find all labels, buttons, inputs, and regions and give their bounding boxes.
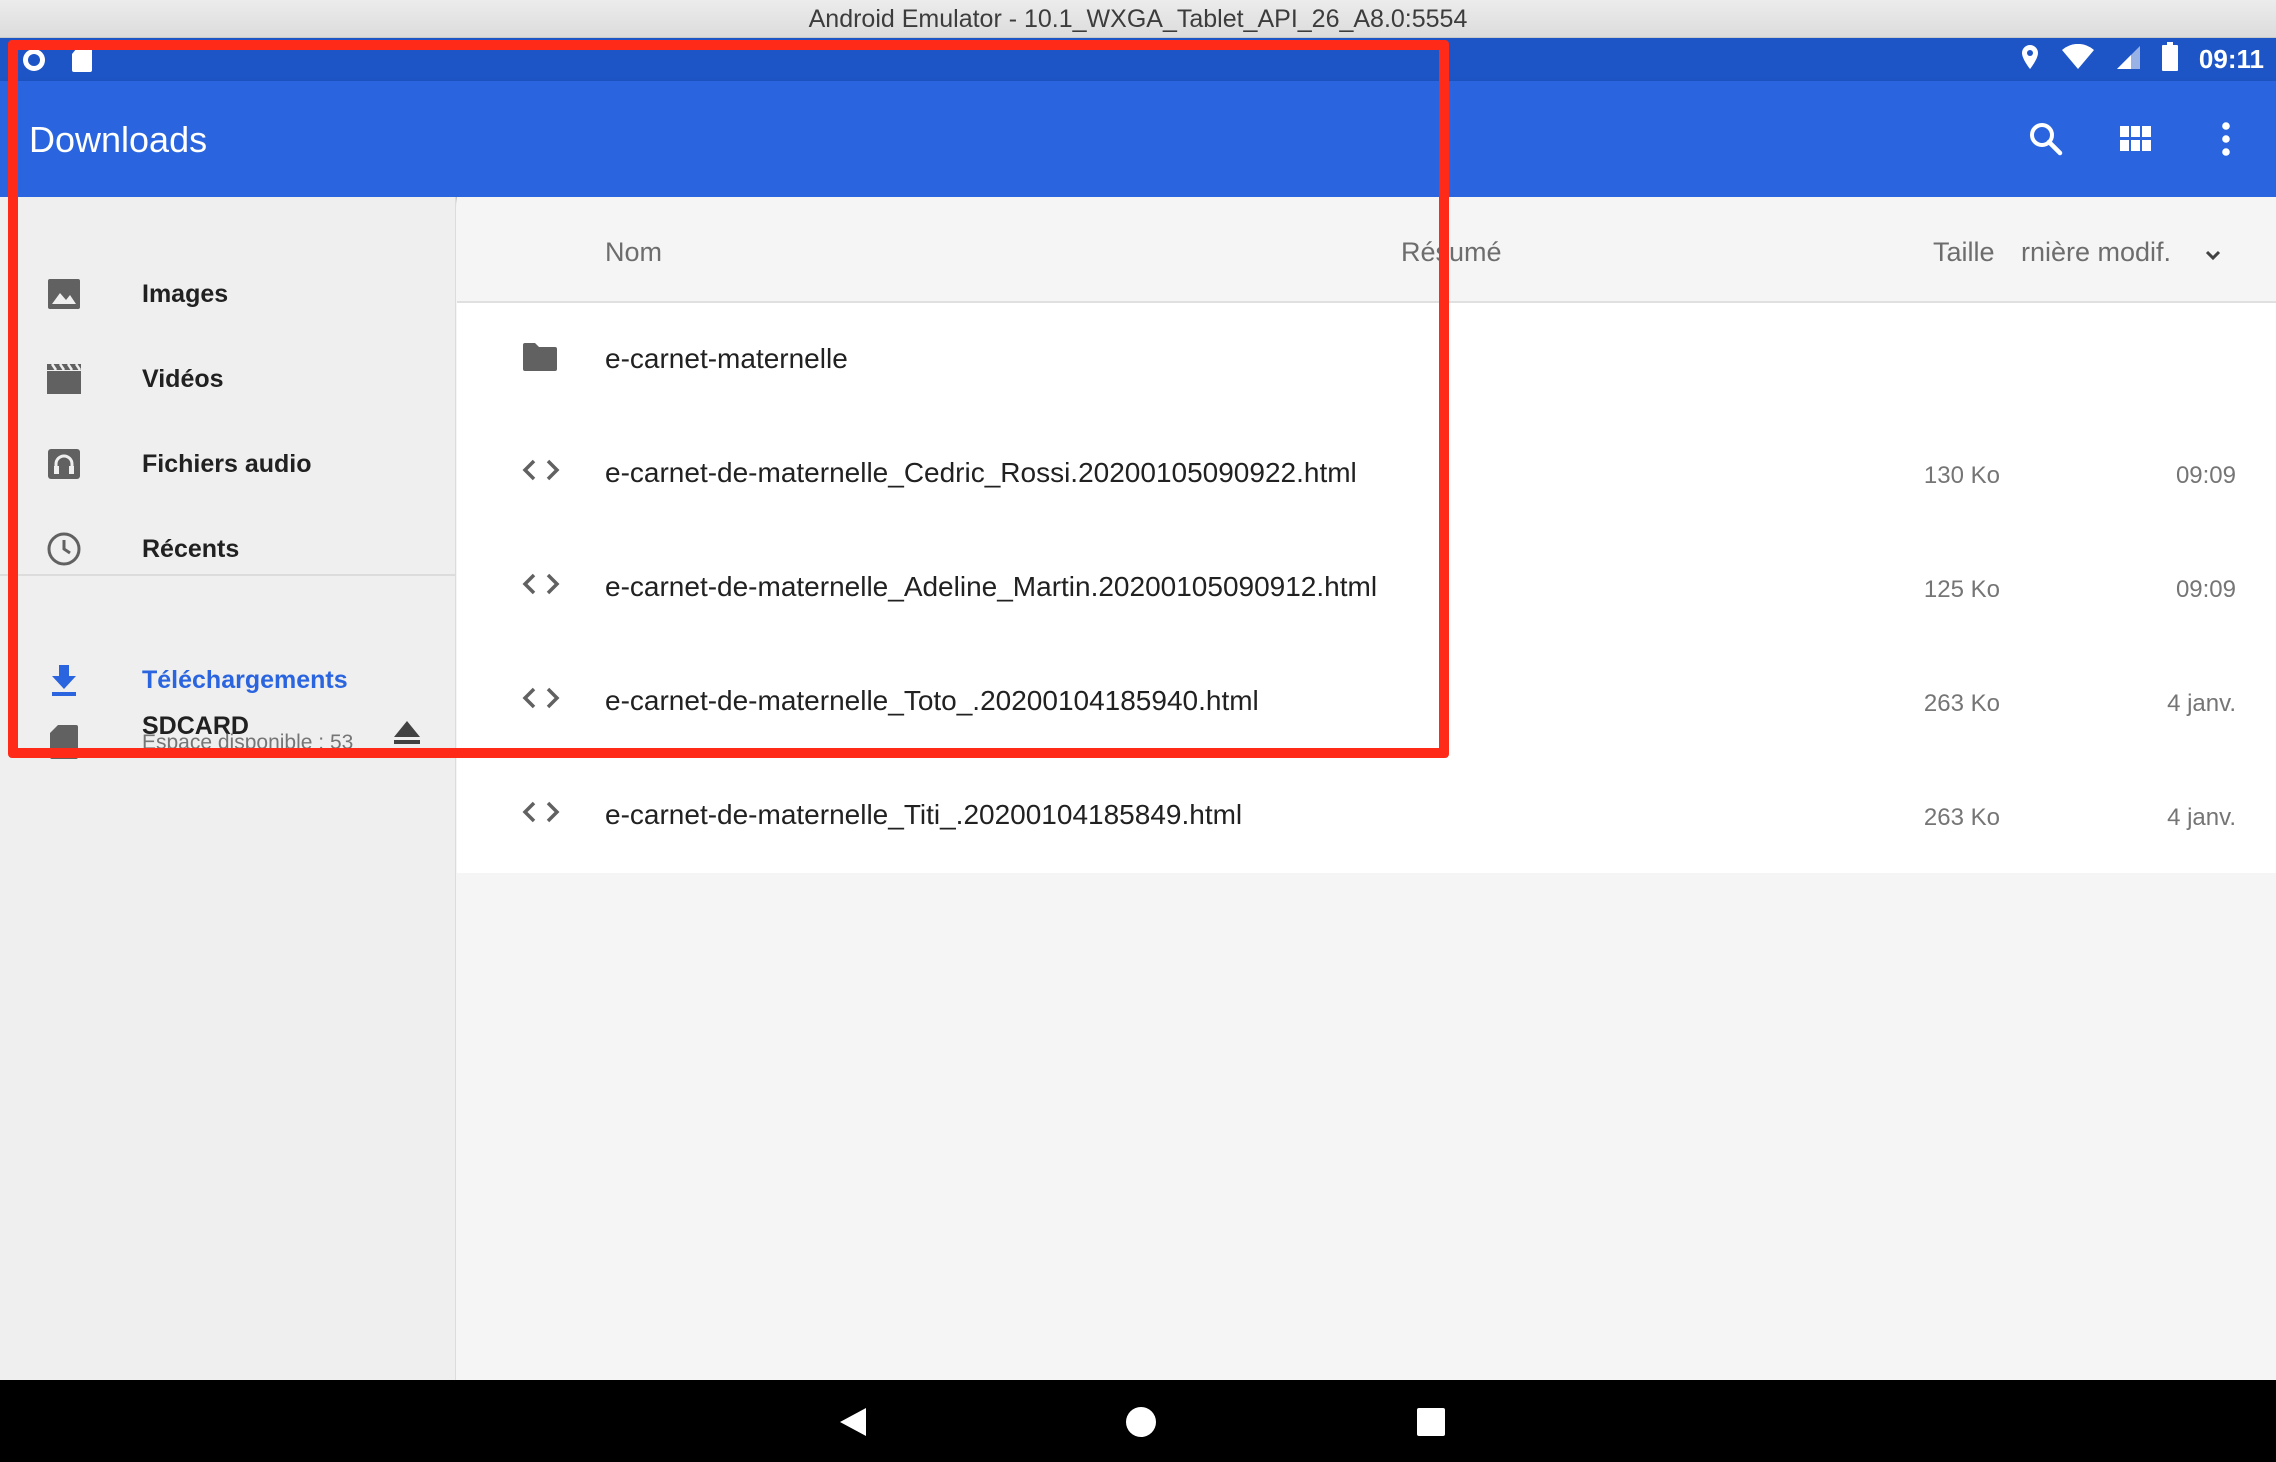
file-date: 09:09	[2175, 576, 2236, 603]
file-date: 4 janv.	[2167, 804, 2236, 831]
list-item[interactable]: e-carnet-de-maternelle_Adeline_Martin.20…	[457, 531, 2276, 645]
battery-icon	[2161, 42, 2179, 77]
sidebar-item-downloads[interactable]: Téléchargements	[0, 640, 456, 720]
cell-signal-icon	[2115, 44, 2141, 75]
grid-view-icon[interactable]	[2114, 117, 2158, 161]
app-bar: Downloads	[0, 81, 2276, 197]
sdcard-icon	[44, 722, 84, 762]
column-size[interactable]: Taille	[1933, 237, 1995, 268]
sidebar-item-audio[interactable]: Fichiers audio	[0, 424, 456, 504]
overview-icon[interactable]	[1411, 1402, 1451, 1442]
file-date: 4 janv.	[2167, 690, 2236, 717]
list-item[interactable]: e-carnet-de-maternelle_Cedric_Rossi.2020…	[457, 417, 2276, 531]
sidebar-item-label: Récents	[142, 534, 240, 563]
download-icon	[44, 660, 84, 700]
more-vert-icon[interactable]	[2204, 117, 2248, 161]
emulator-screen: Android Emulator - 10.1_WXGA_Tablet_API_…	[0, 0, 2276, 1462]
sidebar-item-label: Téléchargements	[142, 665, 348, 694]
back-icon[interactable]	[834, 1402, 874, 1442]
file-size: 263 Ko	[1923, 804, 2000, 831]
column-summary[interactable]: Résumé	[1401, 237, 1502, 268]
headphones-icon	[44, 444, 84, 484]
code-icon	[521, 797, 561, 833]
list-item[interactable]: e-carnet-de-maternelle_Toto_.20200104185…	[457, 645, 2276, 759]
image-icon	[44, 274, 84, 314]
file-name: e-carnet-de-maternelle_Cedric_Rossi.2020…	[605, 457, 1357, 488]
column-name[interactable]: Nom	[605, 237, 662, 268]
sidebar-item-label: Vidéos	[142, 364, 224, 393]
search-icon[interactable]	[2024, 117, 2068, 161]
file-list-pane: Nom Résumé Taille rnière modif. e-carnet…	[457, 197, 2276, 1380]
navigation-drawer: Images Vidéos Fichiers audio Récents Tél…	[0, 197, 456, 1380]
file-size: 130 Ko	[1923, 462, 2000, 489]
window-title: Android Emulator - 10.1_WXGA_Tablet_API_…	[0, 0, 2276, 38]
file-name: e-carnet-maternelle	[605, 343, 848, 374]
sidebar-item-recents[interactable]: Récents	[0, 509, 456, 589]
status-bar: 09:11	[0, 38, 2276, 81]
system-nav-bar	[0, 1380, 2276, 1462]
code-icon	[521, 683, 561, 719]
sidebar-item-label: Fichiers audio	[142, 449, 312, 478]
sidebar-item-images[interactable]: Images	[0, 254, 456, 334]
column-header: Nom Résumé Taille rnière modif.	[457, 197, 2276, 303]
list-item[interactable]: e-carnet-maternelle	[457, 303, 2276, 417]
eject-icon[interactable]	[390, 715, 424, 749]
sidebar-item-videos[interactable]: Vidéos	[0, 339, 456, 419]
page-title: Downloads	[29, 119, 208, 160]
video-icon	[44, 359, 84, 399]
code-icon	[521, 569, 561, 605]
wifi-icon	[2061, 43, 2095, 75]
code-icon	[521, 455, 561, 491]
sync-icon	[20, 46, 48, 79]
file-list: e-carnet-maternelle e-carnet-de-maternel…	[457, 303, 2276, 873]
status-clock: 09:11	[2198, 44, 2264, 74]
sidebar-divider	[0, 574, 456, 576]
sidebar-item-label: Images	[142, 279, 229, 308]
file-name: e-carnet-de-maternelle_Adeline_Martin.20…	[605, 571, 1378, 602]
sdcard-free-space: Espace disponible : 53	[142, 731, 354, 751]
location-icon	[2019, 43, 2041, 76]
home-icon[interactable]	[1121, 1402, 1161, 1442]
column-modified[interactable]: rnière modif.	[2021, 237, 2196, 268]
file-name: e-carnet-de-maternelle_Toto_.20200104185…	[605, 685, 1259, 716]
file-name: e-carnet-de-maternelle_Titi_.20200104185…	[605, 799, 1243, 830]
file-date: 09:09	[2175, 462, 2236, 489]
clock-icon	[44, 529, 84, 569]
list-item[interactable]: e-carnet-de-maternelle_Titi_.20200104185…	[457, 759, 2276, 873]
sdcard-icon	[70, 46, 94, 79]
folder-icon	[521, 341, 561, 377]
chevron-down-icon[interactable]	[2203, 241, 2223, 272]
file-size: 125 Ko	[1923, 576, 2000, 603]
file-size: 263 Ko	[1923, 690, 2000, 717]
